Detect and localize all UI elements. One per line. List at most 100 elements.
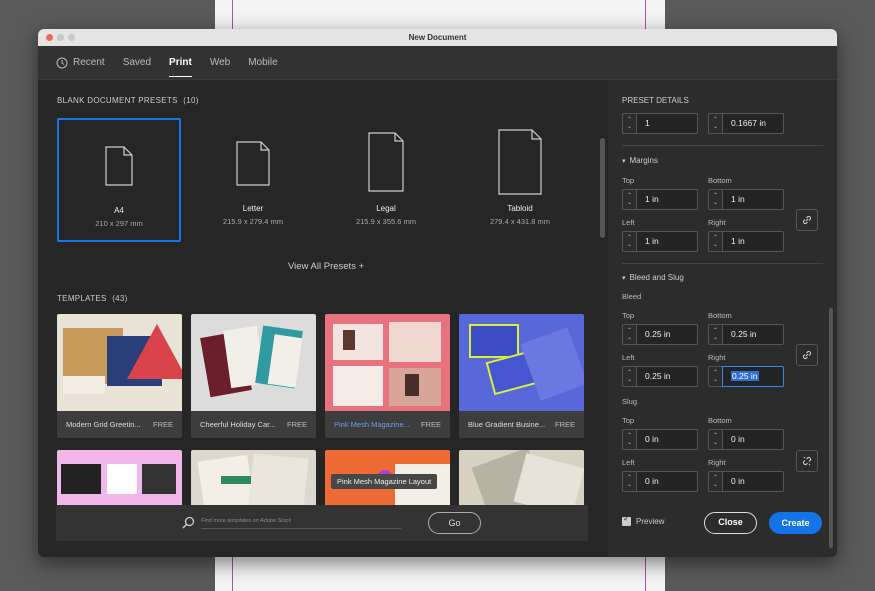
stepper-icon[interactable]: ⌃ ⌄	[622, 189, 636, 210]
bleed-right-field[interactable]: ⌃ ⌄ 0.25 in	[708, 366, 784, 387]
bleed-left-field[interactable]: ⌃ ⌄ 0.25 in	[622, 366, 698, 387]
preset-a4[interactable]: A4 210 x 297 mm	[57, 118, 181, 242]
slug-right-input[interactable]: 0 in	[722, 471, 784, 492]
preset-name: A4	[114, 206, 124, 215]
margins-toggle[interactable]: ▾ Margins	[622, 156, 658, 165]
close-button[interactable]: Close	[704, 512, 757, 534]
unlink-slug-button[interactable]	[796, 450, 818, 472]
stepper-icon[interactable]: ⌃ ⌄	[708, 471, 722, 492]
template-card[interactable]	[459, 450, 584, 510]
stock-search-bar: Find more templates on Adobe Stock Go	[56, 505, 588, 541]
tab-saved[interactable]: Saved	[123, 46, 151, 80]
minimize-window-button[interactable]	[57, 34, 64, 41]
scrollbar-thumb[interactable]	[829, 308, 833, 548]
margin-right-field[interactable]: ⌃ ⌄ 1 in	[708, 231, 784, 252]
field-label: Left	[622, 458, 635, 467]
preset-size: 279.4 x 431.8 mm	[489, 217, 551, 226]
checkbox-checked-icon[interactable]	[622, 514, 631, 526]
slug-right-field[interactable]: ⌃ ⌄ 0 in	[708, 471, 784, 492]
margin-bottom-field[interactable]: ⌃ ⌄ 1 in	[708, 189, 784, 210]
pages-input[interactable]: 1	[636, 113, 698, 134]
slug-bottom-field[interactable]: ⌃ ⌄ 0 in	[708, 429, 784, 450]
bleed-bottom-input[interactable]: 0.25 in	[722, 324, 784, 345]
preset-letter[interactable]: Letter 215.9 x 279.4 mm	[191, 118, 315, 242]
scrollbar-thumb[interactable]	[600, 138, 605, 238]
stepper-icon[interactable]: ⌃ ⌄	[708, 324, 722, 345]
bleed-right-input[interactable]: 0.25 in	[722, 366, 784, 387]
template-card[interactable]: Cheerful Holiday Car... FREE	[191, 314, 316, 438]
preset-legal[interactable]: Legal 215.9 x 355.6 mm	[324, 118, 448, 242]
template-thumbnail	[325, 314, 450, 411]
stepper-icon[interactable]: ⌃ ⌄	[708, 429, 722, 450]
zoom-window-button[interactable]	[68, 34, 75, 41]
template-thumbnail	[191, 314, 316, 411]
tab-print[interactable]: Print	[169, 46, 192, 80]
template-name: Blue Gradient Busine...	[468, 420, 546, 429]
tab-mobile[interactable]: Mobile	[248, 46, 277, 80]
template-card[interactable]: Blue Gradient Busine... FREE	[459, 314, 584, 438]
stepper-icon[interactable]: ⌃ ⌄	[622, 324, 636, 345]
close-window-button[interactable]	[46, 34, 53, 41]
slug-top-field[interactable]: ⌃ ⌄ 0 in	[622, 429, 698, 450]
stepper-icon[interactable]: ⌃ ⌄	[622, 231, 636, 252]
bleed-bottom-field[interactable]: ⌃ ⌄ 0.25 in	[708, 324, 784, 345]
bleed-slug-toggle[interactable]: ▾ Bleed and Slug	[622, 273, 684, 282]
slug-left-input[interactable]: 0 in	[636, 471, 698, 492]
stepper-icon[interactable]: ⌃ ⌄	[622, 366, 636, 387]
bleed-top-field[interactable]: ⌃ ⌄ 0.25 in	[622, 324, 698, 345]
margins-heading: Margins	[629, 156, 658, 165]
template-label: Cheerful Holiday Car... FREE	[191, 411, 316, 438]
gutter-field[interactable]: ⌃ ⌄ 0.1667 in	[708, 113, 784, 134]
field-label: Top	[622, 311, 635, 320]
preview-checkbox[interactable]: Preview	[622, 514, 664, 526]
slug-left-field[interactable]: ⌃ ⌄ 0 in	[622, 471, 698, 492]
margin-left-field[interactable]: ⌃ ⌄ 1 in	[622, 231, 698, 252]
link-bleed-button[interactable]	[796, 344, 818, 366]
margin-right-input[interactable]: 1 in	[722, 231, 784, 252]
slug-top-input[interactable]: 0 in	[636, 429, 698, 450]
stepper-icon[interactable]: ⌃ ⌄	[622, 429, 636, 450]
preset-tabloid[interactable]: Tabloid 279.4 x 431.8 mm	[458, 118, 582, 242]
stepper-icon[interactable]: ⌃ ⌄	[622, 113, 636, 134]
preset-details-panel: PRESET DETAILS ⌃ ⌄ 1 ⌃ ⌄ 0.1667 in ▾ Margi…	[608, 80, 837, 557]
margin-left-input[interactable]: 1 in	[636, 231, 698, 252]
free-badge: FREE	[286, 420, 307, 429]
stock-search-input[interactable]: Find more templates on Adobe Stock	[201, 518, 401, 529]
title-bar: New Document	[38, 29, 837, 46]
go-button[interactable]: Go	[428, 512, 481, 534]
template-card[interactable]: Modern Grid Greetin... FREE	[57, 314, 182, 438]
view-all-presets-link[interactable]: View All Presets +	[288, 261, 364, 272]
window-title: New Document	[408, 33, 467, 42]
template-card[interactable]	[57, 450, 182, 510]
bleed-left-input[interactable]: 0.25 in	[636, 366, 698, 387]
search-icon	[182, 516, 195, 529]
create-button[interactable]: Create	[769, 512, 822, 534]
template-name: Cheerful Holiday Car...	[200, 420, 276, 429]
divider	[622, 263, 823, 264]
stepper-icon[interactable]: ⌃ ⌄	[708, 231, 722, 252]
field-label: Right	[708, 458, 726, 467]
clock-icon	[56, 57, 68, 68]
slug-label: Slug	[622, 397, 638, 406]
field-label: Bottom	[708, 311, 732, 320]
tab-label: Saved	[122, 57, 152, 68]
tab-recent[interactable]: Recent	[56, 46, 105, 80]
margin-bottom-input[interactable]: 1 in	[722, 189, 784, 210]
field-label: Bottom	[708, 416, 732, 425]
stepper-icon[interactable]: ⌃ ⌄	[708, 366, 722, 387]
preset-name: Letter	[242, 204, 264, 213]
gutter-input[interactable]: 0.1667 in	[722, 113, 784, 134]
stepper-icon[interactable]: ⌃ ⌄	[708, 189, 722, 210]
stepper-icon[interactable]: ⌃ ⌄	[622, 471, 636, 492]
stepper-icon[interactable]: ⌃ ⌄	[708, 113, 722, 134]
pages-field[interactable]: ⌃ ⌄ 1	[622, 113, 698, 134]
template-card[interactable]: Pink Mesh Magazine... FREE	[325, 314, 450, 438]
link-margins-button[interactable]	[796, 209, 818, 231]
margin-top-field[interactable]: ⌃ ⌄ 1 in	[622, 189, 698, 210]
template-card[interactable]	[191, 450, 316, 510]
margin-top-input[interactable]: 1 in	[636, 189, 698, 210]
slug-bottom-input[interactable]: 0 in	[722, 429, 784, 450]
bleed-top-input[interactable]: 0.25 in	[636, 324, 698, 345]
preset-size: 210 x 297 mm	[95, 219, 143, 228]
tab-web[interactable]: Web	[210, 46, 230, 80]
